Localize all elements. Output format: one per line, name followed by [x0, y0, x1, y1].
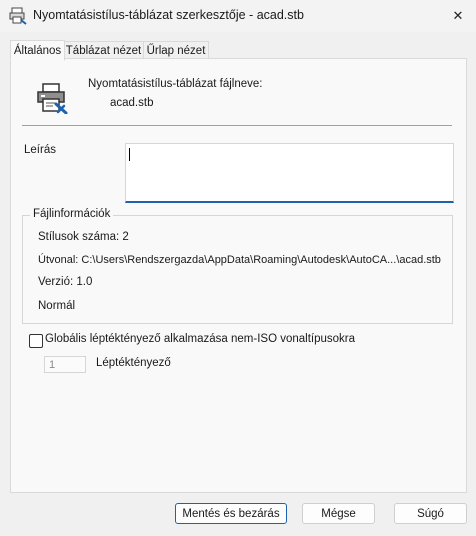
cancel-button[interactable]: Mégse: [302, 503, 375, 524]
description-textarea[interactable]: [125, 143, 454, 203]
plot-style-printer-icon: [37, 83, 68, 114]
global-scale-label[interactable]: Globális léptéktényező alkalmazása nem-I…: [45, 333, 355, 345]
file-type: Normál: [38, 300, 76, 312]
scale-factor-label: Léptéktényező: [96, 357, 171, 369]
file-info-title: Fájlinformációk: [30, 208, 114, 220]
help-button[interactable]: Súgó: [394, 503, 467, 524]
tab-general[interactable]: Általános: [10, 40, 65, 61]
styles-count: Stílusok száma: 2: [38, 231, 129, 243]
scale-factor-input: 1: [44, 356, 86, 373]
close-button[interactable]: ✕: [440, 0, 476, 32]
description-label: Leírás: [24, 144, 56, 156]
app-printer-icon: [9, 7, 27, 25]
file-version: Verzió: 1.0: [38, 276, 93, 288]
file-name-value: acad.stb: [110, 97, 154, 109]
separator: [22, 125, 452, 126]
file-path: Útvonal: C:\Users\Rendszergazda\AppData\…: [38, 254, 441, 266]
save-close-button[interactable]: Mentés és bezárás: [175, 503, 287, 524]
tab-form-view[interactable]: Űrlap nézet: [143, 41, 209, 59]
file-name-label: Nyomtatásistílus-táblázat fájlneve:: [88, 78, 263, 90]
global-scale-checkbox[interactable]: [29, 334, 43, 348]
tab-table-view[interactable]: Táblázat nézet: [63, 41, 144, 59]
window-title: Nyomtatásistílus-táblázat szerkesztője -…: [33, 8, 304, 22]
text-caret: [129, 148, 130, 161]
